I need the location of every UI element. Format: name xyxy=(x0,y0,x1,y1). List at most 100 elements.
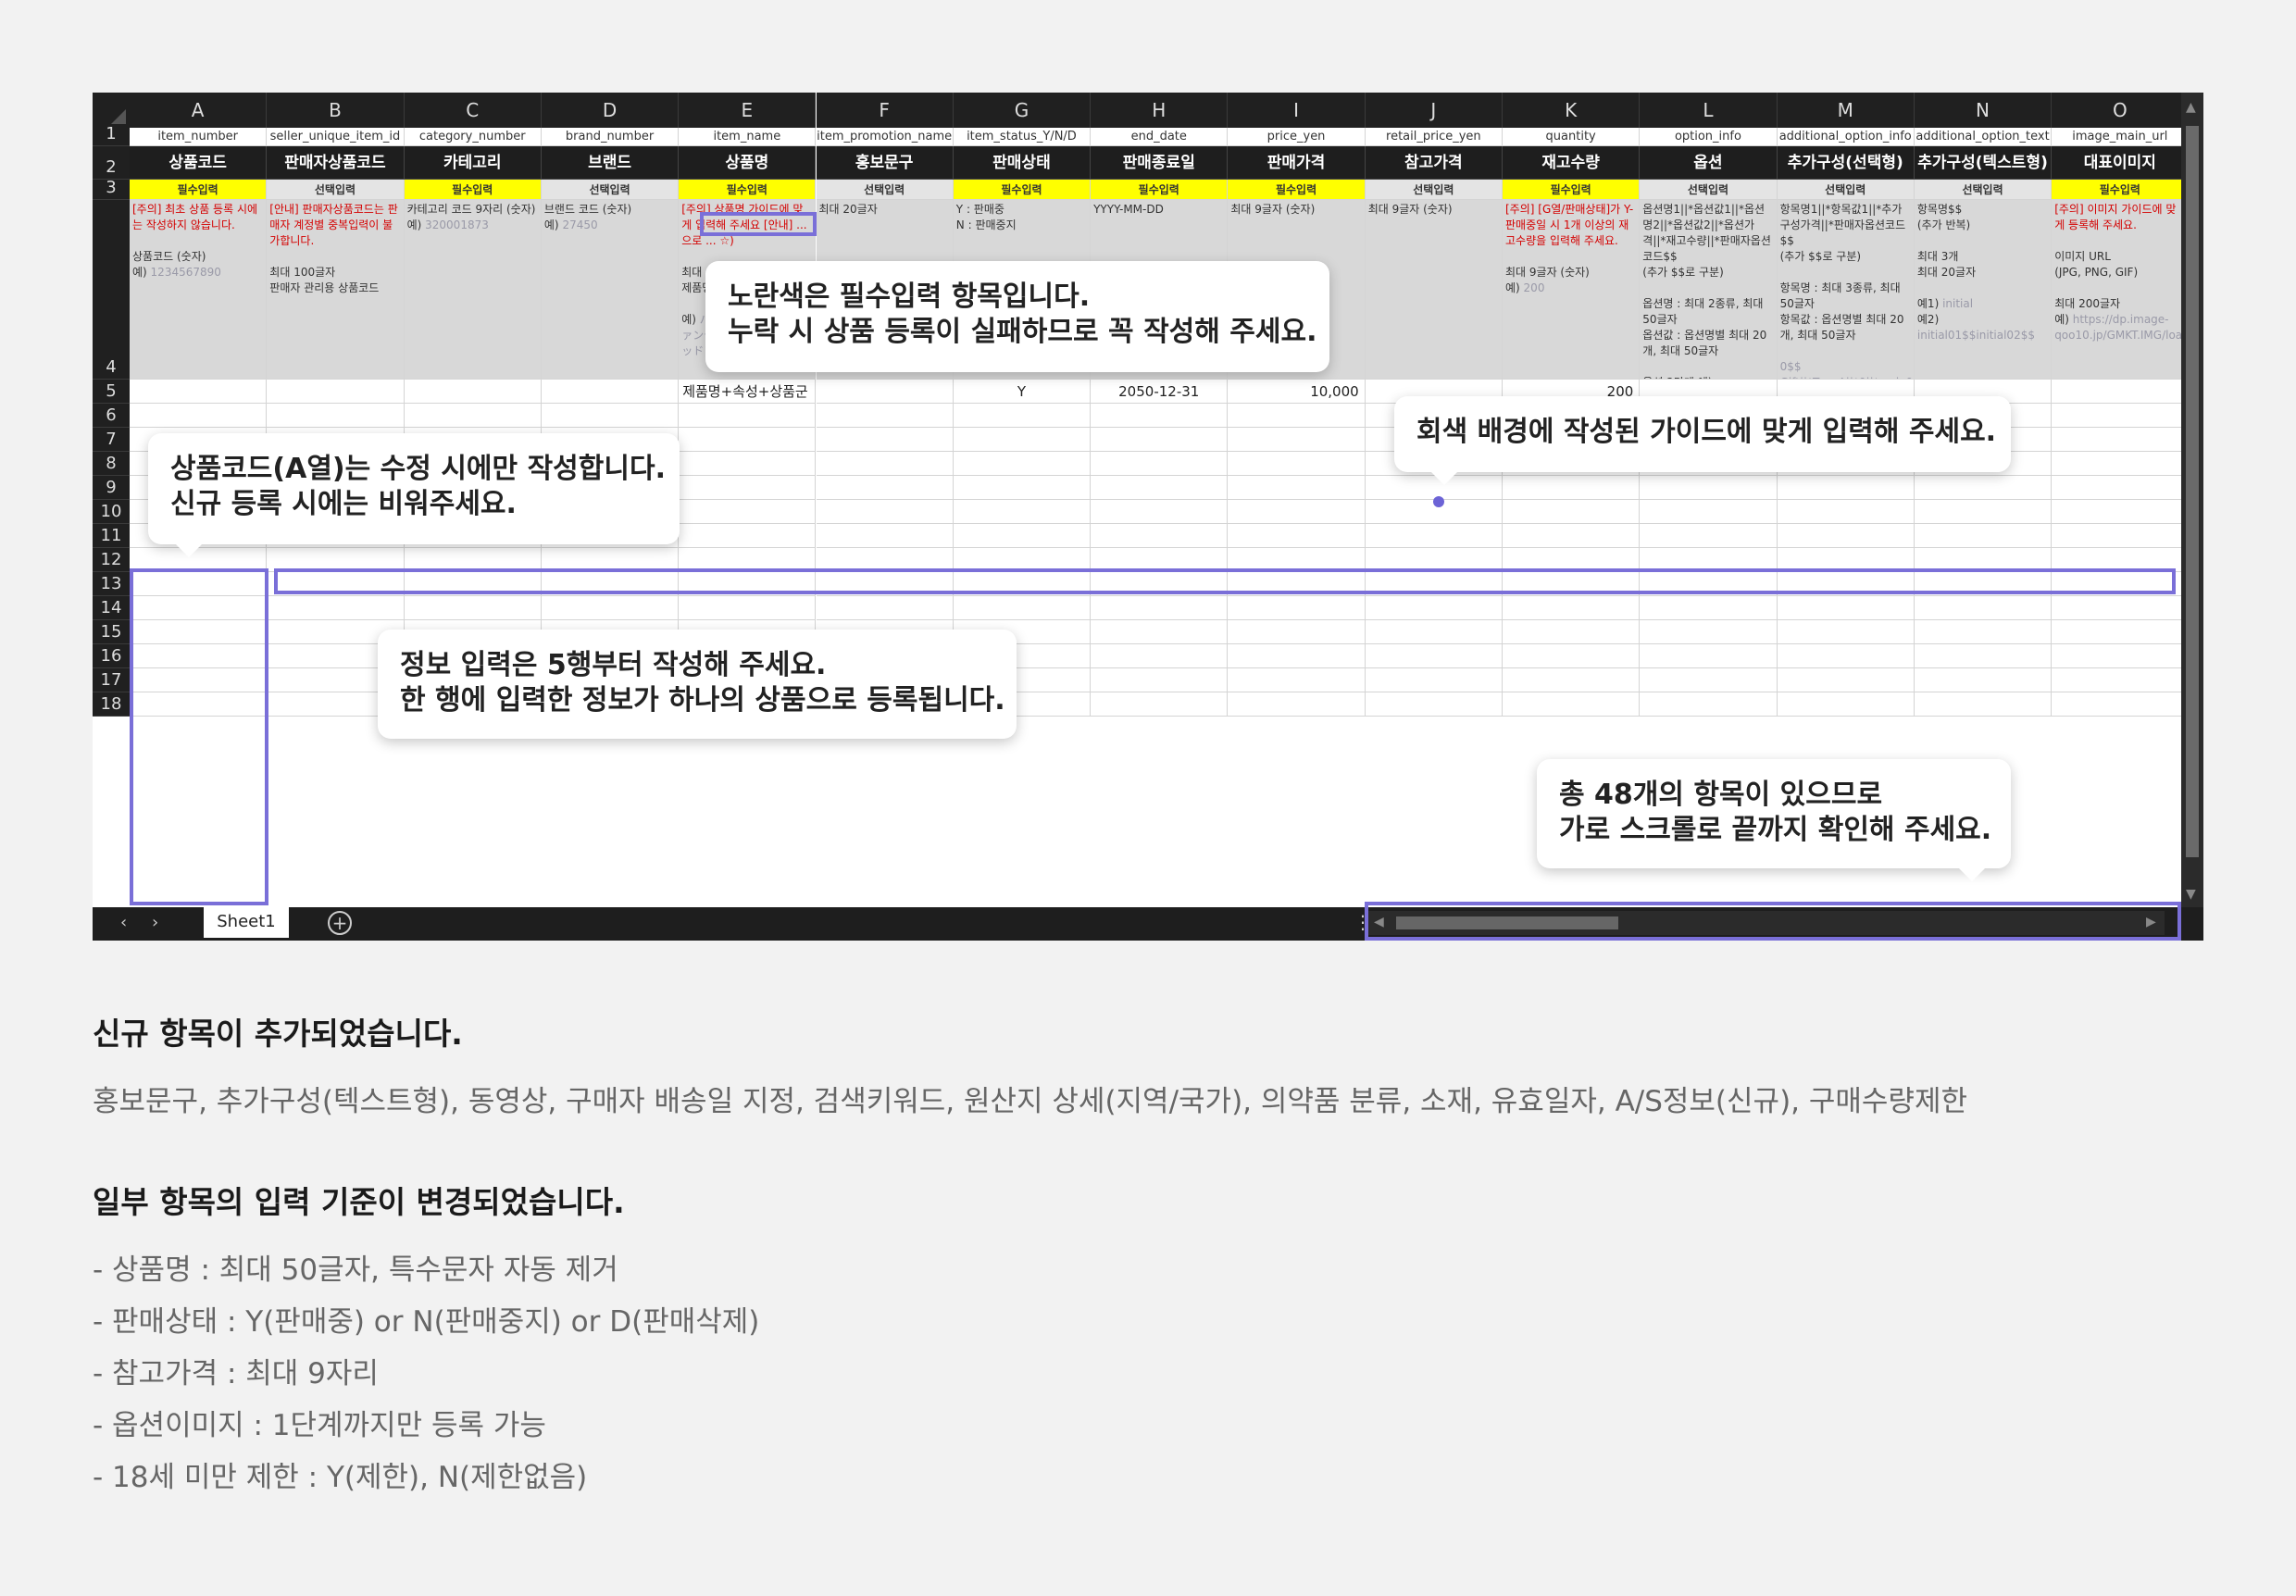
empty-cell[interactable] xyxy=(1914,692,2053,717)
empty-cell[interactable] xyxy=(2052,596,2190,620)
header-cell[interactable]: 참고가격 xyxy=(1365,146,1503,180)
empty-cell[interactable] xyxy=(816,452,954,476)
empty-cell[interactable] xyxy=(1091,428,1229,452)
empty-cell[interactable] xyxy=(1091,596,1229,620)
empty-cell[interactable] xyxy=(1640,500,1778,524)
empty-cell[interactable] xyxy=(1640,620,1778,644)
column-header-I[interactable]: I xyxy=(1228,93,1366,128)
requirement-cell[interactable]: 선택입력 xyxy=(1640,180,1778,200)
data-cell-row5[interactable] xyxy=(267,380,405,404)
horizontal-scrollbar[interactable]: ◀ ▶ xyxy=(1368,911,2165,935)
empty-cell[interactable] xyxy=(1640,596,1778,620)
empty-cell[interactable] xyxy=(541,548,680,572)
empty-cell[interactable] xyxy=(1228,668,1366,692)
data-cell-row5[interactable]: Y xyxy=(953,380,1092,404)
empty-cell[interactable] xyxy=(953,524,1092,548)
empty-cell[interactable] xyxy=(679,572,817,596)
row-header-10[interactable]: 10 xyxy=(93,500,130,524)
empty-cell[interactable] xyxy=(1914,476,2053,500)
column-header-D[interactable]: D xyxy=(541,93,680,128)
field-name-cell[interactable]: end_date xyxy=(1091,128,1229,146)
field-name-cell[interactable]: item_name xyxy=(679,128,817,146)
empty-cell[interactable] xyxy=(1777,692,1915,717)
empty-cell[interactable] xyxy=(1365,668,1503,692)
header-cell[interactable]: 추가구성(텍스트형) xyxy=(1914,146,2053,180)
empty-cell[interactable] xyxy=(1777,668,1915,692)
row-header-1[interactable]: 1 xyxy=(93,124,130,146)
empty-cell[interactable] xyxy=(267,404,405,428)
empty-cell[interactable] xyxy=(1914,548,2053,572)
row-header-2[interactable]: 2 xyxy=(93,146,130,180)
prev-sheet-icon[interactable]: ‹ xyxy=(120,913,127,932)
empty-cell[interactable] xyxy=(1777,548,1915,572)
empty-cell[interactable] xyxy=(1503,692,1641,717)
field-name-cell[interactable]: item_number xyxy=(130,128,268,146)
column-header-M[interactable]: M xyxy=(1777,93,1915,128)
empty-cell[interactable] xyxy=(2052,620,2190,644)
empty-cell[interactable] xyxy=(404,572,542,596)
empty-cell[interactable] xyxy=(130,668,268,692)
empty-cell[interactable] xyxy=(1503,476,1641,500)
empty-cell[interactable] xyxy=(1228,428,1366,452)
empty-cell[interactable] xyxy=(1091,548,1229,572)
empty-cell[interactable] xyxy=(404,596,542,620)
requirement-cell[interactable]: 필수입력 xyxy=(1228,180,1366,200)
guide-cell[interactable]: [주의] [G열/판매상태]가 Y-판매중일 시 1개 이상의 재고수량을 입력… xyxy=(1503,200,1641,380)
empty-cell[interactable] xyxy=(2052,644,2190,668)
empty-cell[interactable] xyxy=(679,428,817,452)
field-name-cell[interactable]: category_number xyxy=(404,128,542,146)
column-header-L[interactable]: L xyxy=(1640,93,1778,128)
requirement-cell[interactable]: 필수입력 xyxy=(679,180,817,200)
empty-cell[interactable] xyxy=(1365,524,1503,548)
sheet-tab[interactable]: Sheet1 xyxy=(204,907,289,938)
guide-cell[interactable]: 항목명1||*항목값1||*추가구성가격||*판매자옵션코드$$ (추가 $$로 … xyxy=(1777,200,1915,380)
empty-cell[interactable] xyxy=(953,452,1092,476)
guide-cell[interactable]: 카테고리 코드 9자리 (숫자) 예) 320001873 xyxy=(404,200,542,380)
empty-cell[interactable] xyxy=(1365,620,1503,644)
field-name-cell[interactable]: additional_option_info xyxy=(1777,128,1915,146)
guide-cell[interactable]: 최대 9글자 (숫자) xyxy=(1365,200,1503,380)
empty-cell[interactable] xyxy=(1091,620,1229,644)
empty-cell[interactable] xyxy=(541,596,680,620)
column-header-A[interactable]: A xyxy=(130,93,268,128)
data-cell-row5[interactable]: 2050-12-31 xyxy=(1091,380,1229,404)
empty-cell[interactable] xyxy=(679,548,817,572)
empty-cell[interactable] xyxy=(1777,524,1915,548)
header-cell[interactable]: 상품코드 xyxy=(130,146,268,180)
empty-cell[interactable] xyxy=(2052,692,2190,717)
empty-cell[interactable] xyxy=(1228,524,1366,548)
empty-cell[interactable] xyxy=(816,428,954,452)
empty-cell[interactable] xyxy=(679,596,817,620)
empty-cell[interactable] xyxy=(1228,572,1366,596)
empty-cell[interactable] xyxy=(1365,596,1503,620)
field-name-cell[interactable]: retail_price_yen xyxy=(1365,128,1503,146)
add-sheet-icon[interactable]: + xyxy=(328,911,352,935)
requirement-cell[interactable]: 필수입력 xyxy=(953,180,1092,200)
header-cell[interactable]: 판매가격 xyxy=(1228,146,1366,180)
row-header-13[interactable]: 13 xyxy=(93,572,130,596)
header-cell[interactable]: 재고수량 xyxy=(1503,146,1641,180)
empty-cell[interactable] xyxy=(816,572,954,596)
empty-cell[interactable] xyxy=(404,548,542,572)
data-cell-row5[interactable] xyxy=(2052,380,2190,404)
empty-cell[interactable] xyxy=(1914,620,2053,644)
empty-cell[interactable] xyxy=(1914,500,2053,524)
empty-cell[interactable] xyxy=(1640,572,1778,596)
empty-cell[interactable] xyxy=(1503,572,1641,596)
empty-cell[interactable] xyxy=(816,476,954,500)
empty-cell[interactable] xyxy=(267,548,405,572)
header-cell[interactable]: 상품명 xyxy=(679,146,817,180)
requirement-cell[interactable]: 선택입력 xyxy=(267,180,405,200)
header-cell[interactable]: 판매자상품코드 xyxy=(267,146,405,180)
empty-cell[interactable] xyxy=(2052,476,2190,500)
guide-cell[interactable]: 브랜드 코드 (숫자) 예) 27450 xyxy=(541,200,680,380)
row-header-16[interactable]: 16 xyxy=(93,644,130,668)
empty-cell[interactable] xyxy=(130,404,268,428)
empty-cell[interactable] xyxy=(1914,524,2053,548)
empty-cell[interactable] xyxy=(130,620,268,644)
requirement-cell[interactable]: 필수입력 xyxy=(130,180,268,200)
row-header-7[interactable]: 7 xyxy=(93,428,130,452)
empty-cell[interactable] xyxy=(1228,452,1366,476)
horizontal-scroll-thumb[interactable] xyxy=(1396,916,1618,929)
column-header-E[interactable]: E xyxy=(679,93,817,128)
